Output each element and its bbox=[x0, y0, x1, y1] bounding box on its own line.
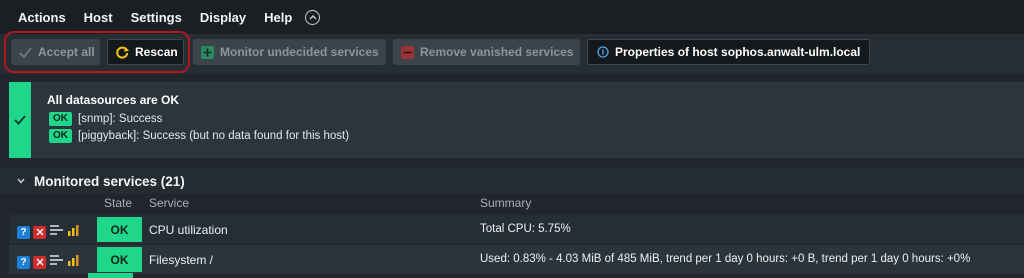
menu-settings[interactable]: Settings bbox=[122, 10, 191, 25]
monitor-undecided-label: Monitor undecided services bbox=[220, 45, 379, 59]
service-summary: Total CPU: 5.75% bbox=[480, 223, 571, 235]
column-service[interactable]: Service bbox=[149, 196, 189, 210]
info-icon bbox=[596, 46, 609, 59]
remove-vanished-label: Remove vanished services bbox=[420, 45, 574, 59]
host-properties-button[interactable]: Properties of host sophos.anwalt-ulm.loc… bbox=[587, 39, 870, 65]
monitored-services-header[interactable]: Monitored services (21) bbox=[0, 168, 1024, 194]
parameters-icon[interactable] bbox=[49, 223, 64, 241]
graph-icon[interactable] bbox=[67, 223, 80, 241]
menu-host[interactable]: Host bbox=[75, 10, 122, 25]
service-name: Filesystem / bbox=[149, 253, 214, 267]
table-row: ? OK CPU utilization Total CPU: 5.75% bbox=[9, 215, 1024, 244]
refresh-icon bbox=[116, 46, 129, 59]
datasource-status-panel: All datasources are OK OK [snmp]: Succes… bbox=[9, 82, 1024, 158]
service-name: CPU utilization bbox=[149, 223, 228, 237]
rescan-label: Rescan bbox=[135, 45, 178, 59]
menu-display[interactable]: Display bbox=[191, 10, 255, 25]
graph-icon[interactable] bbox=[67, 253, 80, 271]
column-summary[interactable]: Summary bbox=[480, 196, 531, 210]
host-properties-label: Properties of host sophos.anwalt-ulm.loc… bbox=[615, 45, 861, 59]
toolbar: Accept all Rescan Monitor undecided serv… bbox=[0, 34, 1024, 74]
datasource-line: OK [piggyback]: Success (but no data fou… bbox=[49, 129, 349, 143]
minus-icon bbox=[401, 45, 414, 59]
menu-bar: Actions Host Settings Display Help bbox=[0, 0, 1024, 34]
status-ok-bar bbox=[9, 82, 31, 158]
service-summary: Used: 0.83% - 4.03 MiB of 485 MiB, trend… bbox=[480, 253, 971, 265]
delete-icon[interactable] bbox=[33, 225, 46, 239]
table-row: ? OK Filesystem / Used: 0.83% - 4.03 MiB… bbox=[9, 245, 1024, 274]
help-icon[interactable]: ? bbox=[17, 255, 30, 269]
state-badge: OK bbox=[97, 217, 142, 242]
monitor-undecided-button[interactable]: Monitor undecided services bbox=[193, 39, 386, 65]
checkmark-icon bbox=[19, 46, 32, 59]
state-badge: OK bbox=[97, 247, 142, 272]
next-row-state-edge bbox=[88, 273, 133, 278]
datasource-line: OK [snmp]: Success bbox=[49, 112, 162, 126]
row-actions: ? bbox=[17, 223, 80, 241]
menu-actions[interactable]: Actions bbox=[9, 10, 75, 25]
plus-icon bbox=[201, 45, 214, 59]
help-icon[interactable]: ? bbox=[17, 225, 30, 239]
row-actions: ? bbox=[17, 253, 80, 271]
accept-all-button[interactable]: Accept all bbox=[11, 39, 100, 65]
menu-help[interactable]: Help bbox=[255, 10, 301, 25]
rescan-button[interactable]: Rescan bbox=[107, 39, 184, 65]
ok-badge: OK bbox=[49, 112, 72, 126]
chevron-down-icon bbox=[17, 178, 25, 184]
delete-icon[interactable] bbox=[33, 255, 46, 269]
collapse-menu-icon[interactable] bbox=[305, 9, 321, 25]
remove-vanished-button[interactable]: Remove vanished services bbox=[393, 39, 580, 65]
status-checkmark-icon bbox=[14, 115, 26, 125]
column-state[interactable]: State bbox=[104, 196, 132, 210]
parameters-icon[interactable] bbox=[49, 253, 64, 271]
datasource-line-text: [snmp]: Success bbox=[78, 113, 163, 125]
datasource-status-title: All datasources are OK bbox=[47, 93, 180, 107]
datasource-line-text: [piggyback]: Success (but no data found … bbox=[78, 130, 350, 142]
monitored-services-title: Monitored services (21) bbox=[34, 173, 185, 189]
ok-badge: OK bbox=[49, 129, 72, 143]
accept-all-label: Accept all bbox=[38, 45, 95, 59]
